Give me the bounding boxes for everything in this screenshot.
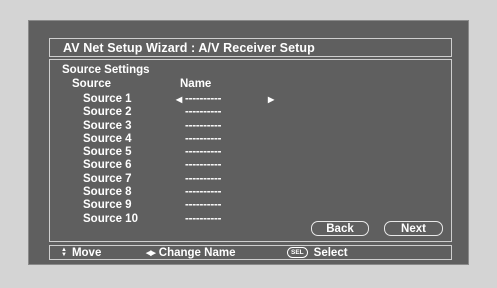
source-row-9[interactable]: Source 9 ---------- bbox=[50, 199, 451, 212]
source-label: Source 6 bbox=[83, 159, 132, 172]
source-label: Source 8 bbox=[83, 186, 132, 199]
source-list: Source 1 ◀ ---------- ▶ Source 2 -------… bbox=[50, 93, 451, 226]
source-name-value[interactable]: ---------- bbox=[185, 120, 221, 133]
source-row-4[interactable]: Source 4 ---------- bbox=[50, 133, 451, 146]
back-button[interactable]: Back bbox=[311, 221, 369, 236]
column-header-source: Source bbox=[72, 78, 111, 90]
source-label: Source 5 bbox=[83, 146, 132, 159]
help-select-label: Select bbox=[313, 246, 348, 259]
help-move-label: Move bbox=[71, 246, 102, 259]
osd-screen: AV Net Setup Wizard : A/V Receiver Setup… bbox=[28, 20, 469, 265]
help-change-name: ◀▶ Change Name bbox=[146, 246, 235, 259]
help-move: ▲ ▼ Move bbox=[61, 246, 101, 259]
column-header-name: Name bbox=[180, 78, 212, 90]
source-name-value[interactable]: ---------- bbox=[185, 93, 221, 106]
source-label: Source 4 bbox=[83, 132, 132, 145]
source-row-8[interactable]: Source 8 ---------- bbox=[50, 186, 451, 199]
up-down-arrows-icon: ▲ ▼ bbox=[61, 246, 67, 258]
source-name-value[interactable]: ---------- bbox=[185, 133, 221, 146]
source-row-7[interactable]: Source 7 ---------- bbox=[50, 173, 451, 186]
source-label: Source 10 bbox=[83, 212, 138, 225]
next-button[interactable]: Next bbox=[384, 221, 443, 236]
source-label: Source 1 bbox=[83, 93, 132, 105]
source-name-value[interactable]: ---------- bbox=[185, 159, 221, 172]
source-label: Source 7 bbox=[83, 172, 132, 185]
source-name-value[interactable]: ---------- bbox=[185, 213, 221, 226]
source-label: Source 9 bbox=[83, 199, 132, 212]
source-row-5[interactable]: Source 5 ---------- bbox=[50, 146, 451, 159]
source-label: Source 3 bbox=[83, 119, 132, 132]
source-row-6[interactable]: Source 6 ---------- bbox=[50, 159, 451, 172]
sel-button-icon: SEL bbox=[287, 247, 308, 258]
wizard-title-bar: AV Net Setup Wizard : A/V Receiver Setup bbox=[49, 38, 452, 57]
section-title: Source Settings bbox=[62, 64, 150, 76]
arrow-right-icon[interactable]: ▶ bbox=[268, 93, 274, 106]
help-bar: ▲ ▼ Move ◀▶ Change Name SEL Select bbox=[49, 245, 452, 260]
wizard-title: AV Net Setup Wizard : A/V Receiver Setup bbox=[63, 40, 315, 55]
source-row-1[interactable]: Source 1 ◀ ---------- ▶ bbox=[50, 93, 451, 106]
left-right-arrows-icon: ◀▶ bbox=[146, 249, 156, 257]
source-row-3[interactable]: Source 3 ---------- bbox=[50, 120, 451, 133]
source-name-value[interactable]: ---------- bbox=[185, 199, 221, 212]
source-label: Source 2 bbox=[83, 106, 132, 119]
help-select: SEL Select bbox=[287, 246, 348, 259]
source-row-2[interactable]: Source 2 ---------- bbox=[50, 106, 451, 119]
source-settings-panel: Source Settings Source Name Source 1 ◀ -… bbox=[49, 59, 452, 242]
source-name-value[interactable]: ---------- bbox=[185, 146, 221, 159]
arrow-left-icon[interactable]: ◀ bbox=[176, 93, 182, 106]
help-change-label: Change Name bbox=[158, 246, 236, 259]
source-name-value[interactable]: ---------- bbox=[185, 173, 221, 186]
source-name-value[interactable]: ---------- bbox=[185, 186, 221, 199]
source-name-value[interactable]: ---------- bbox=[185, 106, 221, 119]
